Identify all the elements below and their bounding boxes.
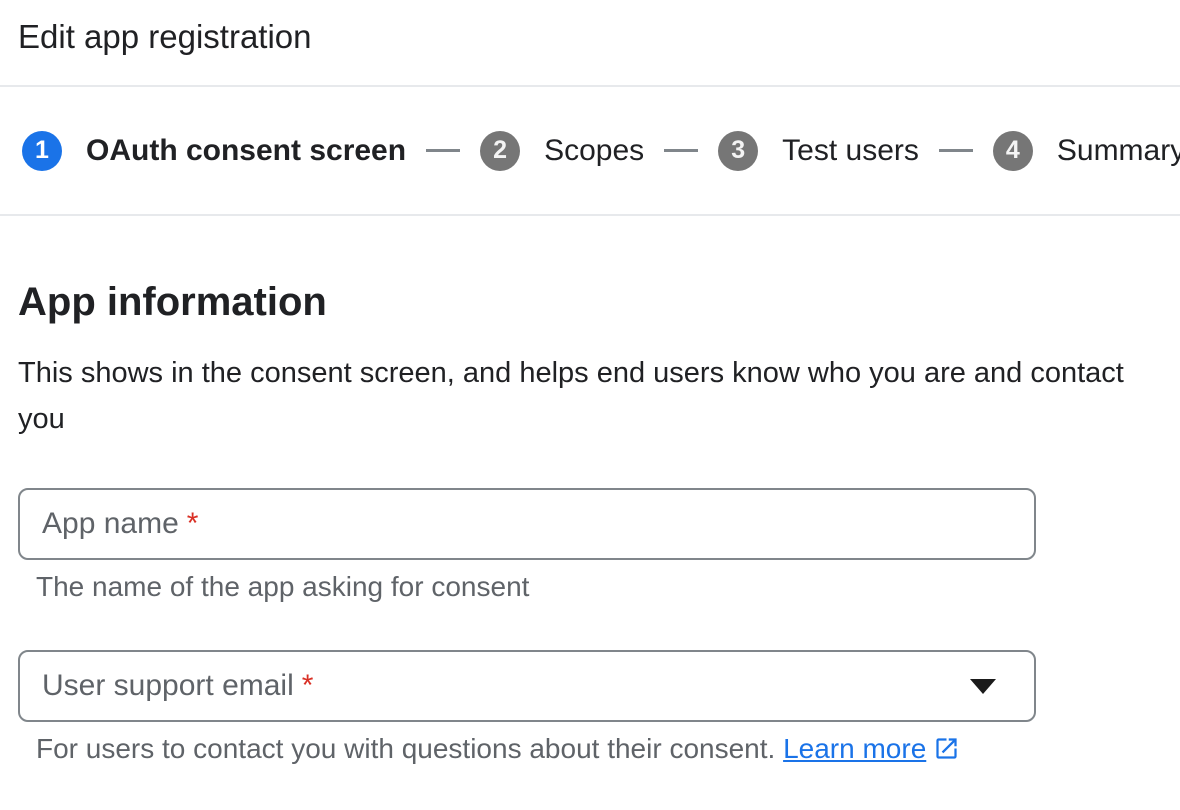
stepper-divider bbox=[0, 214, 1180, 216]
required-asterisk: * bbox=[302, 669, 314, 703]
required-asterisk: * bbox=[187, 507, 199, 541]
external-link-icon bbox=[933, 735, 960, 762]
user-support-email-select[interactable]: User support email * bbox=[18, 650, 1036, 722]
stepper-step-summary[interactable]: 4 Summary bbox=[993, 131, 1180, 171]
edit-app-registration-page: Edit app registration 1 OAuth consent sc… bbox=[0, 20, 1180, 766]
learn-more-link[interactable]: Learn more bbox=[783, 733, 926, 764]
description-line: you bbox=[18, 403, 65, 435]
step-connector bbox=[939, 149, 973, 152]
section-description: This shows in the consent screen, and he… bbox=[18, 350, 1162, 442]
step-label: Summary bbox=[1057, 134, 1180, 168]
stepper-step-test-users[interactable]: 3 Test users bbox=[718, 131, 919, 171]
section-heading-app-information: App information bbox=[18, 278, 1162, 326]
stepper-step-scopes[interactable]: 2 Scopes bbox=[480, 131, 644, 171]
step-number-badge: 1 bbox=[22, 131, 62, 171]
step-connector bbox=[664, 149, 698, 152]
user-support-email-helper-text: For users to contact you with questions … bbox=[36, 732, 1162, 766]
step-label: Scopes bbox=[544, 134, 644, 168]
step-label: OAuth consent screen bbox=[86, 134, 406, 168]
helper-text-content: For users to contact you with questions … bbox=[36, 733, 775, 764]
user-support-email-label: User support email bbox=[42, 669, 294, 703]
step-connector bbox=[426, 149, 460, 152]
app-name-input[interactable]: App name * bbox=[18, 488, 1036, 560]
wizard-stepper: 1 OAuth consent screen 2 Scopes 3 Test u… bbox=[0, 87, 1180, 214]
stepper-step-oauth-consent-screen[interactable]: 1 OAuth consent screen bbox=[22, 131, 406, 171]
dropdown-arrow-icon bbox=[970, 679, 996, 694]
page-title: Edit app registration bbox=[18, 20, 1162, 53]
step-number-badge: 4 bbox=[993, 131, 1033, 171]
step-label: Test users bbox=[782, 134, 919, 168]
app-name-label: App name bbox=[42, 507, 179, 541]
description-line: This shows in the consent screen, and he… bbox=[18, 357, 1124, 389]
step-number-badge: 3 bbox=[718, 131, 758, 171]
step-number-badge: 2 bbox=[480, 131, 520, 171]
app-name-helper-text: The name of the app asking for consent bbox=[36, 570, 1162, 604]
